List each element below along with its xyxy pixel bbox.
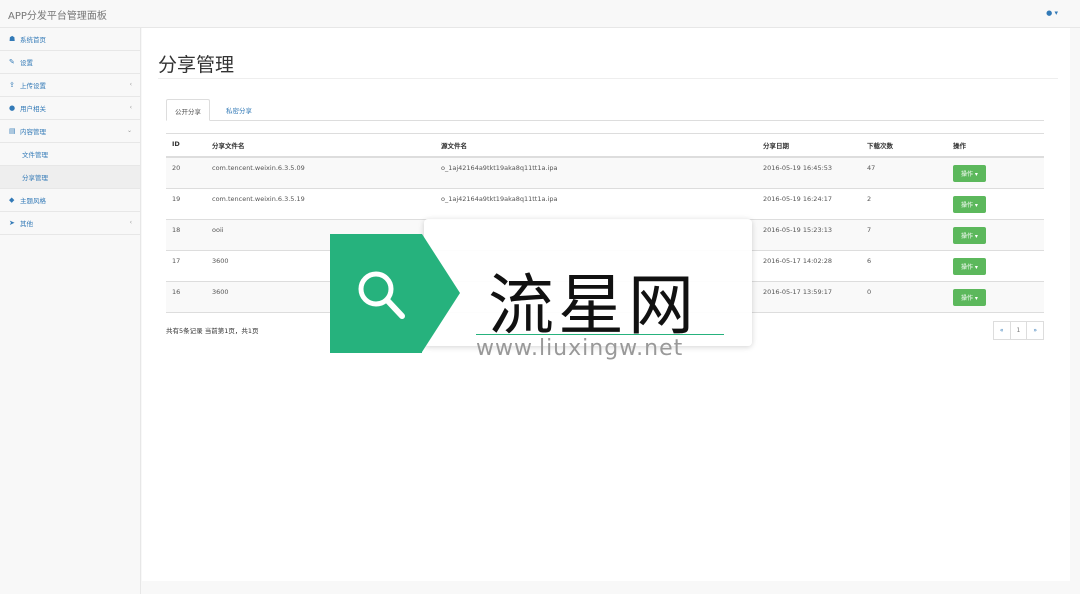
user-icon: ●	[1046, 9, 1053, 17]
cell-downloads: 2	[861, 188, 947, 220]
sidebar-item-label: 系统首页	[20, 36, 46, 44]
watermark-underline	[476, 334, 724, 335]
watermark-tag-arrow	[422, 234, 460, 352]
pagination-page-current[interactable]: 1	[1009, 321, 1028, 340]
cell-actions: 操作 ▾	[947, 250, 1044, 282]
action-dropdown-button[interactable]: 操作 ▾	[953, 258, 986, 275]
sidebar-item-settings[interactable]: ✎ 设置	[0, 51, 140, 74]
sidebar-item-label: 设置	[20, 59, 33, 67]
sidebar-item-share-management[interactable]: 分享管理	[0, 166, 140, 189]
search-icon	[358, 271, 405, 319]
watermark-tag	[330, 234, 422, 353]
cell-id: 19	[166, 188, 206, 220]
pagination-next[interactable]: »	[1026, 321, 1044, 340]
user-menu-dropdown[interactable]: ● ▾	[1046, 9, 1058, 17]
cell-actions: 操作 ▾	[947, 281, 1044, 313]
cell-actions: 操作 ▾	[947, 219, 1044, 251]
cell-id: 16	[166, 281, 206, 313]
sidebar-item-label: 上传设置	[20, 82, 46, 90]
cell-date: 2016-05-19 16:45:53	[757, 156, 861, 189]
column-header-date: 分享日期	[757, 133, 861, 158]
cell-actions: 操作 ▾	[947, 188, 1044, 220]
tab-private-share[interactable]: 私密分享	[218, 99, 260, 121]
share-tabs: 公开分享 私密分享	[166, 99, 1044, 121]
cell-downloads: 0	[861, 281, 947, 313]
page-title: 分享管理	[158, 54, 235, 76]
cell-actions: 操作 ▾	[947, 156, 1044, 189]
cell-date: 2016-05-17 14:02:28	[757, 250, 861, 282]
watermark-url: www.liuxingw.net	[476, 336, 684, 361]
app-title[interactable]: APP分发平台管理面板	[8, 7, 107, 22]
sidebar-item-label: 文件管理	[22, 151, 48, 159]
sidebar-item-label: 用户相关	[20, 105, 46, 113]
column-header-actions: 操作	[947, 133, 1044, 158]
cell-id: 17	[166, 250, 206, 282]
column-header-source: 源文件名	[435, 133, 757, 158]
sidebar-item-file-management[interactable]: 文件管理	[0, 143, 140, 166]
sidebar-item-other[interactable]: ➤ 其他 ‹	[0, 212, 140, 235]
table-row: 20 com.tencent.weixin.6.3.5.09 o_1aj4216…	[166, 156, 1044, 189]
sidebar-item-theme[interactable]: ◆ 主题风格	[0, 189, 140, 212]
action-dropdown-button[interactable]: 操作 ▾	[953, 289, 986, 306]
cell-date: 2016-05-19 16:24:17	[757, 188, 861, 220]
content-icon: ▤	[9, 127, 16, 135]
column-header-downloads: 下载次数	[861, 133, 947, 158]
cell-downloads: 7	[861, 219, 947, 251]
upload-icon: ⇪	[9, 81, 15, 89]
dashboard-icon: ☗	[9, 35, 16, 43]
cell-downloads: 47	[861, 156, 947, 189]
tab-public-share[interactable]: 公开分享	[166, 99, 210, 121]
send-icon: ➤	[9, 219, 15, 227]
action-dropdown-button[interactable]: 操作 ▾	[953, 196, 986, 213]
user-icon: ●	[9, 104, 16, 112]
sidebar-item-label: 主题风格	[20, 197, 46, 205]
cell-downloads: 6	[861, 250, 947, 282]
table-header-row: ID 分享文件名 源文件名 分享日期 下载次数 操作	[166, 133, 1044, 158]
chevron-left-icon: ‹	[129, 219, 132, 226]
table-row: 19 com.tencent.weixin.6.3.5.19 o_1aj4216…	[166, 188, 1044, 220]
cell-source-link[interactable]: o_1aj42164a9tkt19aka8q11tt1a.ipa	[435, 188, 757, 220]
chevron-left-icon: ‹	[129, 104, 132, 111]
pagination-summary: 共有5条记录 当前第1页，共1页	[166, 327, 259, 335]
sidebar-item-label: 分享管理	[22, 174, 48, 182]
sidebar-item-upload-settings[interactable]: ⇪ 上传设置 ‹	[0, 74, 140, 97]
cell-source-link[interactable]: o_1aj42164a9tkt19aka8q11tt1a.ipa	[435, 156, 757, 189]
cell-date: 2016-05-19 15:23:13	[757, 219, 861, 251]
chevron-down-icon: ⌄	[126, 127, 132, 134]
column-header-share-name: 分享文件名	[206, 133, 435, 158]
title-divider	[158, 78, 1058, 79]
sidebar-item-dashboard[interactable]: ☗ 系统首页	[0, 28, 140, 51]
action-dropdown-button[interactable]: 操作 ▾	[953, 227, 986, 244]
top-navbar: APP分发平台管理面板 ● ▾	[0, 0, 1080, 28]
sidebar-item-label: 其他	[20, 220, 33, 228]
sidebar: ☗ 系统首页 ✎ 设置 ⇪ 上传设置 ‹ ● 用户相关 ‹ ▤ 内容管理 ⌄ 文…	[0, 28, 141, 594]
cell-share-name: com.tencent.weixin.6.3.5.19	[206, 188, 435, 220]
sidebar-item-label: 内容管理	[20, 128, 46, 136]
cell-share-name: com.tencent.weixin.6.3.5.09	[206, 156, 435, 189]
sidebar-item-users[interactable]: ● 用户相关 ‹	[0, 97, 140, 120]
cell-id: 18	[166, 219, 206, 251]
column-header-id: ID	[166, 133, 206, 158]
pagination: « 1 »	[992, 321, 1044, 340]
cell-id: 20	[166, 156, 206, 189]
cell-date: 2016-05-17 13:59:17	[757, 281, 861, 313]
chevron-left-icon: ‹	[129, 81, 132, 88]
theme-icon: ◆	[9, 196, 15, 204]
sidebar-item-content[interactable]: ▤ 内容管理 ⌄	[0, 120, 140, 143]
wrench-icon: ✎	[9, 58, 15, 66]
action-dropdown-button[interactable]: 操作 ▾	[953, 165, 986, 182]
chevron-down-icon: ▾	[1054, 9, 1058, 17]
pagination-prev[interactable]: «	[992, 321, 1011, 340]
